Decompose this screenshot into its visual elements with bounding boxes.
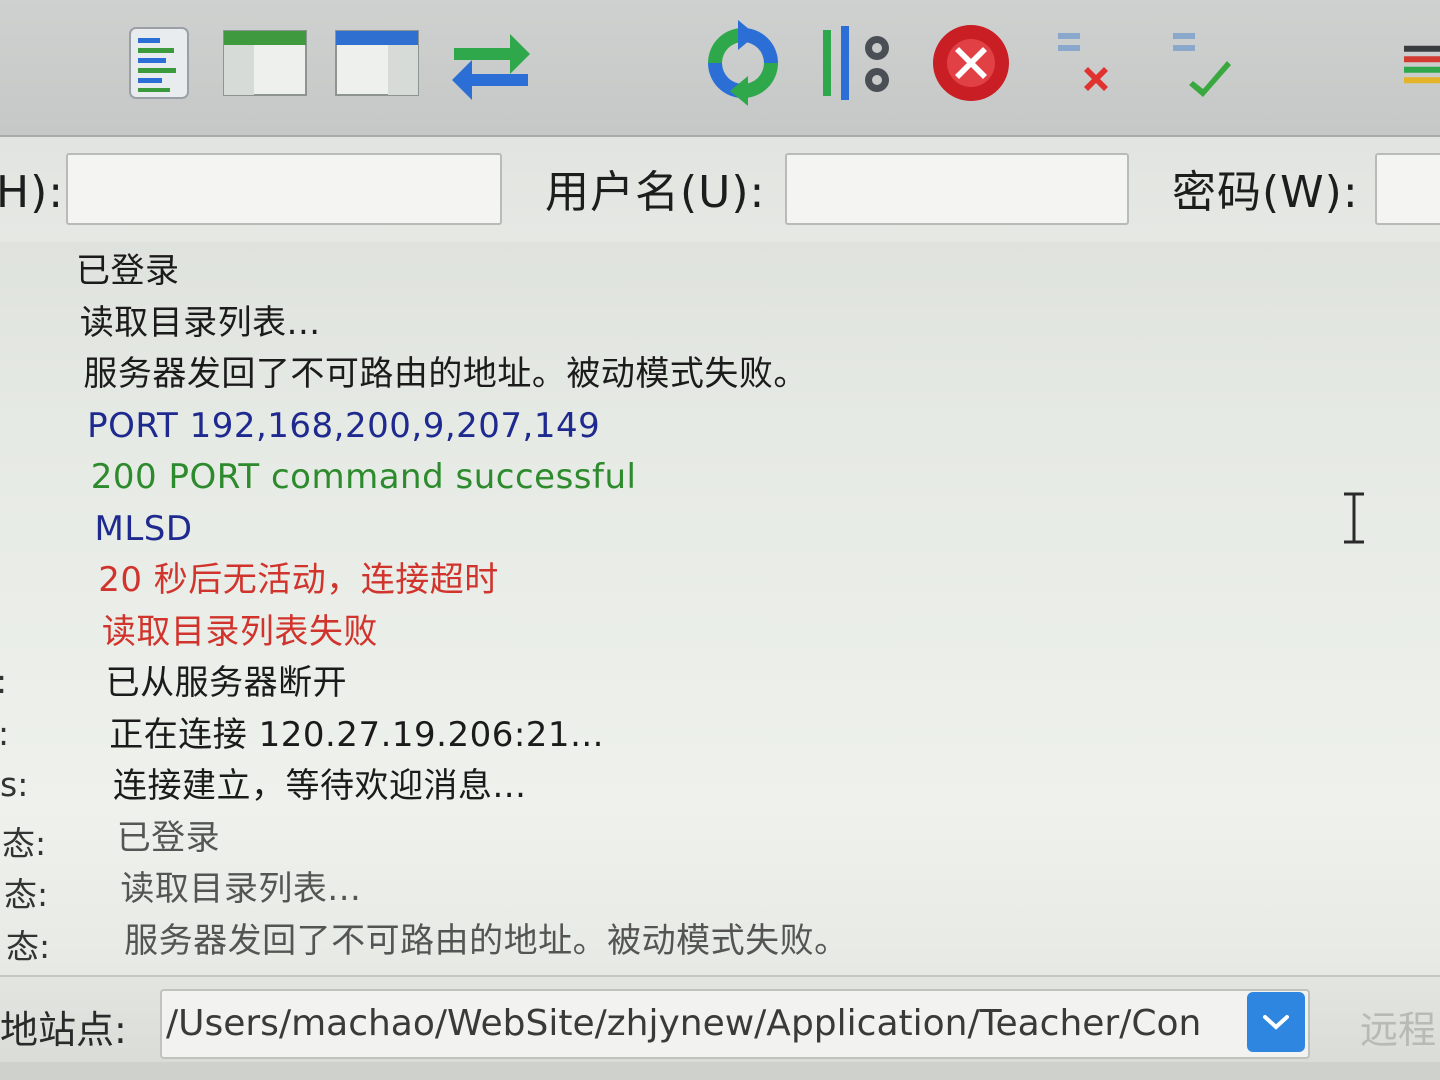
log-row: : 已从服务器断开 [0,658,1440,708]
transfer-queue-icon [452,34,530,100]
refresh-icon [708,20,778,106]
local-site-label: 地站点: [0,1008,127,1052]
cancel-operation-icon [933,25,1009,101]
log-row-message: PORT 192,168,200,9,207,149 [87,405,601,446]
log-row: 态: 已登录 [0,813,1440,863]
local-tree-icon [223,30,307,96]
local-site-path-input[interactable]: /Users/machao/WebSite/zhjynew/Applicatio… [160,989,1310,1059]
log-row: 态: 读取目录列表... [0,864,1440,914]
directory-filter-icon [1404,45,1440,84]
toggle-transfer-queue-button[interactable] [448,20,534,106]
quickconnect-bar: H): 用户名(U): 密码(W): [0,137,1440,242]
toggle-message-log-button[interactable] [116,20,202,106]
log-row-type-label: 态: [2,823,47,863]
log-row: 读取目录列表... [0,298,1440,348]
log-row-message: 200 PORT command successful [90,457,637,497]
log-row-message: 已登录 [76,251,180,291]
directory-filter-button[interactable] [1395,20,1440,106]
host-input[interactable] [66,153,502,225]
toggle-local-tree-button[interactable] [222,20,308,106]
log-row-message: 已从服务器断开 [105,663,348,703]
log-row-message: 读取目录列表失败 [101,611,378,652]
username-label: 用户名(U): [545,167,766,218]
log-row-type-label: : [0,662,7,701]
log-row: 态: 服务器发回了不可路由的地址。被动模式失败。 [0,916,1440,966]
log-row: PORT 192,168,200,9,207,149 [0,401,1440,451]
local-site-dropdown-button[interactable] [1247,992,1305,1052]
refresh-button[interactable] [700,20,786,106]
password-label: 密码(W): [1172,167,1359,218]
log-row-message: 服务器发回了不可路由的地址。被动模式失败。 [124,920,849,961]
chevron-down-icon [1263,1015,1289,1030]
log-row: 读取目录列表失败 [0,607,1440,657]
reconnect-icon [1173,33,1231,97]
log-row: s: 连接建立，等待欢迎消息... [0,761,1440,811]
text-cursor-icon [1344,492,1364,544]
host-label: H): [0,167,65,218]
log-row-type-label: 态: [6,926,51,966]
log-row: 20 秒后无活动，连接超时 [0,555,1440,605]
log-row-message: 读取目录列表... [79,302,321,343]
password-input[interactable] [1375,153,1440,225]
username-input[interactable] [785,153,1129,225]
log-row-message: MLSD [94,508,193,549]
log-row-message: 服务器发回了不可路由的地址。被动模式失败。 [83,354,808,394]
log-row-message: 读取目录列表... [120,869,362,909]
message-log[interactable]: 已登录 读取目录列表... 服务器发回了不可路由的地址。被动模式失败。 PORT 19… [0,242,1440,975]
bottom-edge [0,1062,1440,1080]
remote-site-label: 远程 [1360,1008,1437,1052]
log-row: MLSD [0,504,1440,554]
log-row-message: 20 秒后无活动，连接超时 [98,560,499,600]
log-row: 200 PORT command successful [0,452,1440,502]
log-row-type-label: 态: [4,875,49,914]
ftp-client-window: H): 用户名(U): 密码(W): 已登录 读取目录列表... 服务器发回了不可路… [0,0,1440,1080]
process-queue-icon [823,26,889,100]
disconnect-icon [1058,33,1108,91]
log-row: 已登录 [0,246,1440,296]
log-row-message: 已登录 [116,817,221,858]
message-log-icon [129,27,189,99]
log-row-type-label: s: [0,765,29,804]
cancel-operation-button[interactable] [928,20,1014,106]
toggle-remote-tree-button[interactable] [334,20,420,106]
remote-tree-icon [335,30,419,96]
log-row: 服务器发回了不可路由的地址。被动模式失败。 [0,349,1440,399]
log-row-message: 正在连接 120.27.19.206:21... [109,714,604,755]
toolbar [0,0,1440,137]
process-queue-button[interactable] [815,20,901,106]
log-row-message: 连接建立，等待欢迎消息... [113,766,527,806]
disconnect-button[interactable] [1045,20,1131,106]
log-row-type-label: : [0,714,9,753]
reconnect-button[interactable] [1160,20,1246,106]
log-row: : 正在连接 120.27.19.206:21... [0,710,1440,760]
